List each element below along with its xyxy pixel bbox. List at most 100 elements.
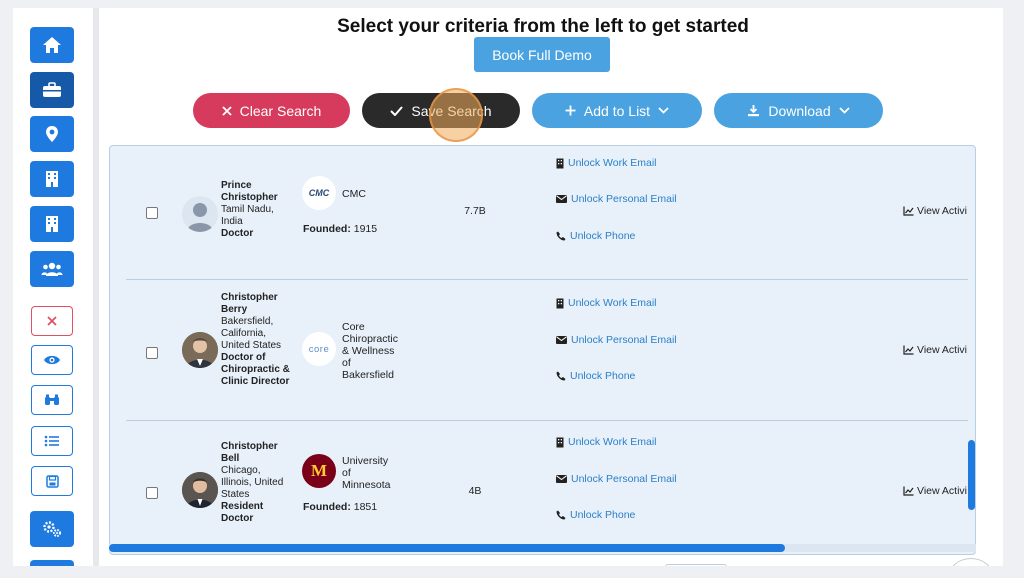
sidebar-saved-button[interactable] [31,466,73,496]
unlock-personal-email-label: Unlock Personal Email [571,473,677,485]
plus-icon [565,105,576,116]
sidebar-view-button[interactable] [31,345,73,375]
chart-line-icon [903,206,914,216]
table-vertical-scrollbar[interactable] [968,440,975,510]
unlock-phone[interactable]: Unlock Phone [556,370,635,382]
sidebar-location-button[interactable] [30,116,74,152]
table-row: Christopher Bell Chicago, Illinois, Unit… [110,421,975,554]
person-location: Chicago, Illinois, United States [221,465,284,500]
person-info: Christopher Bell Chicago, Illinois, Unit… [221,441,293,525]
avatar [182,472,218,508]
avatar [182,332,218,368]
company-logo-text: CMC [308,188,330,198]
close-icon [222,105,232,116]
sidebar-building-2-button[interactable] [30,206,74,242]
building-icon [46,216,58,232]
person-info: Prince Christopher Tamil Nadu, India Doc… [221,180,293,240]
sidebar-people-button[interactable] [30,251,74,287]
sidebar-building-button[interactable] [30,161,74,197]
page-headline: Select your criteria from the left to ge… [337,16,749,37]
sidebar-divider [93,8,99,566]
company-logo: core [302,332,336,366]
horizontal-scrollbar[interactable] [109,544,785,552]
sidebar-settings-button[interactable] [30,511,74,547]
unlock-phone-label: Unlock Phone [570,370,636,382]
envelope-icon [556,195,567,203]
bottom-tab[interactable] [665,564,727,566]
download-label: Download [768,102,831,119]
binoculars-icon [45,394,59,405]
company-name[interactable]: Core Chiropractic & Wellness of Bakersfi… [342,321,400,381]
add-to-list-button[interactable]: Add to List [532,93,702,128]
company-logo: M [302,454,336,488]
sidebar-more-button[interactable] [30,560,74,566]
wings-logo-icon [957,564,985,566]
person-name[interactable]: Prince Christopher [221,180,293,204]
row-checkbox[interactable] [146,487,158,499]
cursor-highlight [429,88,483,142]
home-icon [43,37,61,53]
person-name[interactable]: Christopher Berry [221,292,293,316]
avatar [182,196,218,232]
row-checkbox[interactable] [146,347,158,359]
company-logo-text: core [308,343,330,355]
founded-label: Founded: [303,223,351,235]
unlock-work-email[interactable]: Unlock Work Email [556,436,657,448]
sidebar [13,8,93,566]
unlock-work-email[interactable]: Unlock Work Email [556,157,657,169]
chevron-down-icon [838,107,850,114]
phone-icon [556,371,566,381]
sidebar-home-button[interactable] [30,27,74,63]
unlock-personal-email-label: Unlock Personal Email [571,334,677,346]
founded-year: 1915 [353,223,378,235]
unlock-phone[interactable]: Unlock Phone [556,230,635,242]
clear-search-label: Clear Search [239,102,322,119]
unlock-phone-label: Unlock Phone [570,230,636,242]
download-button[interactable]: Download [714,93,883,128]
view-activity-link[interactable]: View Activi [903,485,967,497]
founded-year: 1851 [353,501,378,513]
person-title: Doctor [221,228,254,239]
company-name[interactable]: CMC [342,188,366,200]
book-demo-button[interactable]: Book Full Demo [474,37,610,72]
building-icon [556,437,564,447]
clear-search-button[interactable]: Clear Search [193,93,350,128]
unlock-personal-email-label: Unlock Personal Email [571,193,677,205]
unlock-personal-email[interactable]: Unlock Personal Email [556,473,677,485]
view-activity-link[interactable]: View Activi [903,344,967,356]
unlock-personal-email[interactable]: Unlock Personal Email [556,193,677,205]
sidebar-companies-button[interactable] [30,72,74,108]
unlock-work-email-label: Unlock Work Email [568,297,657,309]
phone-icon [556,231,566,241]
company-name[interactable]: University of Minnesota [342,455,396,491]
settings-icon [43,521,61,537]
unlock-personal-email[interactable]: Unlock Personal Email [556,334,677,346]
sidebar-list-button[interactable] [31,426,73,456]
sidebar-explore-button[interactable] [31,385,73,415]
close-icon [47,316,57,326]
row-checkbox[interactable] [146,207,158,219]
company-founded: Founded: 1851 [303,501,377,513]
users-icon [41,262,63,276]
building-icon [46,171,58,187]
chart-line-icon [903,345,914,355]
chat-badge[interactable] [949,558,993,566]
person-title: Doctor of Chiropractic & Clinic Director [221,352,290,387]
unlock-work-email[interactable]: Unlock Work Email [556,297,657,309]
company-logo-text: M [310,461,328,480]
unlock-work-email-label: Unlock Work Email [568,436,657,448]
founded-label: Founded: [303,501,351,513]
unlock-phone[interactable]: Unlock Phone [556,509,635,521]
person-location: Tamil Nadu, India [221,204,274,227]
person-info: Christopher Berry Bakersfield, Californi… [221,292,293,388]
person-name[interactable]: Christopher Bell [221,441,293,465]
check-icon [390,105,404,116]
phone-icon [556,510,566,520]
building-icon [556,158,564,168]
view-activity-link[interactable]: View Activi [903,205,967,217]
view-activity-label: View Activi [917,344,967,356]
app-window: Select your criteria from the left to ge… [13,8,1003,566]
sidebar-clear-button[interactable] [31,306,73,336]
building-icon [556,298,564,308]
location-pin-icon [46,126,58,142]
